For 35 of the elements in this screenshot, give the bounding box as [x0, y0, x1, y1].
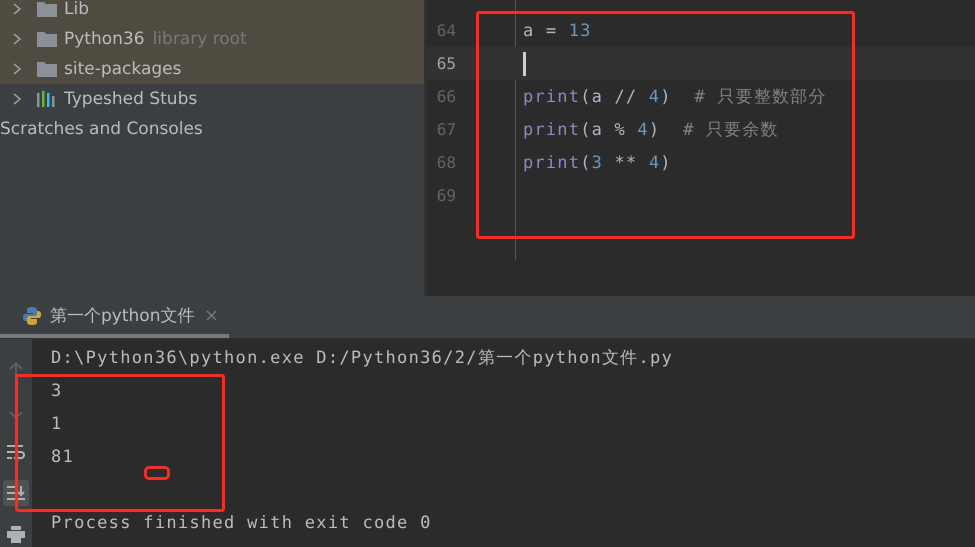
close-icon[interactable] [206, 310, 218, 321]
highlight-mark [144, 466, 170, 480]
code-editor[interactable]: 64 a = 13 65 66 print(a // 4) # 只要整数部分 67 print(a % 4) # 只要余数 68 print(3 ** 4) 69 [426, 0, 975, 296]
chevron-icon[interactable] [12, 32, 22, 46]
line-number: 68 [436, 153, 456, 172]
tree-item-label[interactable]: Lib [64, 0, 89, 19]
line-number: 64 [436, 21, 456, 40]
folder-icon [36, 30, 58, 48]
text-cursor [523, 52, 526, 76]
chevron-icon[interactable] [12, 2, 22, 16]
chevron-icon[interactable] [12, 92, 22, 106]
folder-icon [36, 60, 58, 78]
tree-item-label[interactable]: Typeshed Stubs [64, 89, 198, 109]
code-line: print(a // 4) # 只要整数部分 [523, 86, 827, 108]
line-number: 69 [436, 186, 456, 205]
scroll-to-end-icon[interactable] [6, 484, 26, 502]
chevron-icon[interactable] [12, 62, 22, 76]
tree-item-label[interactable]: Python36 [64, 29, 145, 49]
code-line: print(a % 4) # 只要余数 [523, 119, 779, 141]
console-line: 81 [51, 446, 74, 466]
code-line: a = 13 [523, 20, 592, 40]
folder-icon [36, 0, 58, 18]
line-number: 65 [436, 54, 456, 73]
printer-icon[interactable] [6, 525, 26, 543]
tree-item-label[interactable]: site-packages [64, 59, 182, 79]
code-line: print(3 ** 4) [523, 152, 672, 172]
line-number: 66 [436, 87, 456, 106]
line-number: 67 [436, 120, 456, 139]
console-line: 1 [51, 414, 63, 434]
soft-wrap-icon[interactable] [6, 443, 26, 461]
console-line: D:\Python36\python.exe D:/Python36/2/第一个python文件.py [51, 347, 674, 369]
console-line: Process finished with exit code 0 [51, 512, 432, 532]
python-logo-icon [22, 306, 42, 326]
console-line: 3 [51, 380, 63, 400]
tree-item-label[interactable]: Scratches and Consoles [0, 119, 203, 139]
